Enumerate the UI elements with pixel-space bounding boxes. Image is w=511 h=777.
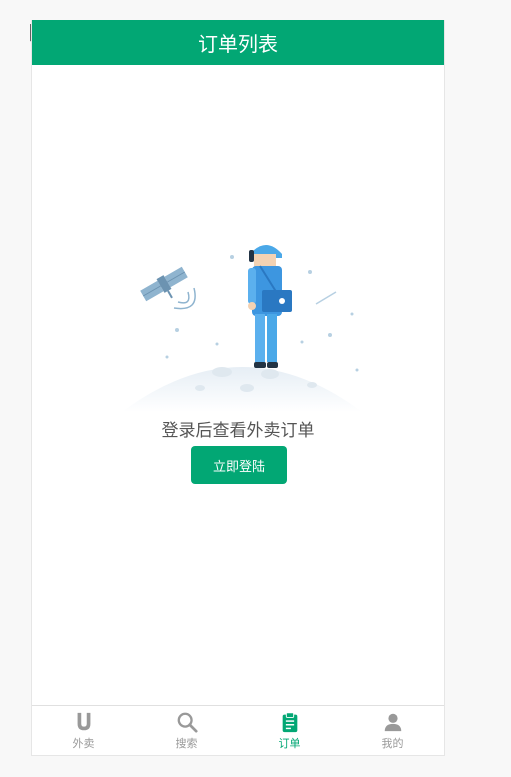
tab-label: 我的 [381,736,404,750]
tab-label: 搜索 [175,736,198,750]
order-icon [282,711,297,732]
astronaut-courier-illustration [122,245,362,412]
tab-label: 订单 [278,736,301,750]
tab-search[interactable]: 搜索 [135,706,238,755]
search-icon [177,712,198,733]
profile-icon [384,713,401,731]
empty-state-message: 登录后查看外卖订单 [161,421,315,441]
tab-orders[interactable]: 订单 [238,706,341,755]
takeout-icon [77,712,90,730]
tab-label: 外卖 [72,736,95,750]
bottom-tab-bar: 外卖 搜索 订单 我的 [32,705,444,755]
login-button[interactable]: 立即登陆 [191,446,287,484]
tab-profile[interactable]: 我的 [341,706,444,755]
tab-takeout[interactable]: 外卖 [32,706,135,755]
page-title: 订单列表 [198,32,278,56]
app-screen: 订单列表 登录后查看外卖订单 立即登陆 外卖 搜索 订单 我的 [31,20,445,756]
page-header: 订单列表 [32,20,444,65]
